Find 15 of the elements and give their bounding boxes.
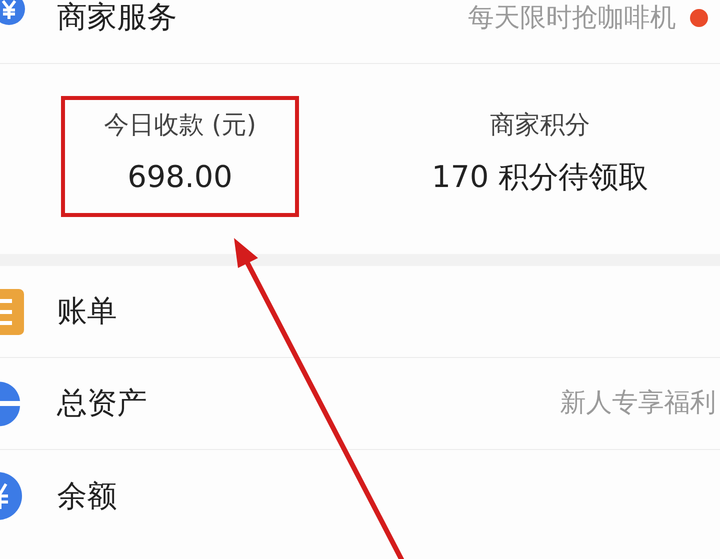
menu-item[interactable]: 账单 — [0, 266, 720, 358]
row-label: 商家服务 — [57, 0, 177, 36]
yuan-coin-icon — [0, 471, 24, 521]
menu-item[interactable]: 余额 — [0, 450, 720, 542]
menu-label: 余额 — [57, 478, 117, 516]
list-icon — [0, 288, 24, 334]
menu-item[interactable]: 总资产 新人专享福利 — [0, 358, 720, 450]
menu-label: 账单 — [57, 293, 117, 331]
menu-label: 总资产 — [57, 385, 147, 423]
stat-value: 698.00 — [128, 159, 232, 197]
promo-text: 每天限时抢咖啡机 — [468, 2, 676, 35]
stat-label: 今日收款 (元) — [104, 109, 256, 141]
menu-note: 新人专享福利 — [560, 387, 716, 420]
stat-value: 170 积分待领取 — [432, 159, 648, 197]
stat-label: 商家积分 — [490, 109, 590, 141]
